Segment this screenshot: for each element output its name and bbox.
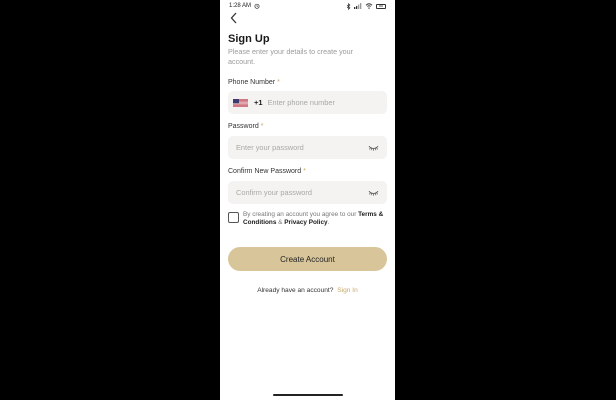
phone-input[interactable] bbox=[267, 98, 379, 107]
confirm-password-label-text: Confirm New Password bbox=[228, 168, 302, 175]
phone-label: Phone Number * bbox=[228, 79, 280, 86]
battery-icon: 88 bbox=[376, 3, 386, 9]
terms-prefix: By creating an account you agree to our bbox=[243, 211, 359, 218]
phone-label-text: Phone Number bbox=[228, 79, 276, 86]
terms-text: By creating an account you agree to our … bbox=[243, 211, 388, 227]
create-account-button[interactable]: Create Account bbox=[228, 247, 387, 271]
page-subtitle: Please enter your details to create your… bbox=[228, 47, 354, 66]
confirm-password-field[interactable] bbox=[228, 181, 387, 204]
alarm-icon bbox=[254, 3, 260, 9]
required-mark: * bbox=[277, 79, 280, 86]
status-bar: 1:28 AM 88 bbox=[220, 0, 395, 12]
password-field[interactable] bbox=[228, 136, 387, 159]
terms-checkbox[interactable] bbox=[228, 212, 239, 223]
status-time-group: 1:28 AM bbox=[229, 3, 260, 9]
confirm-password-label: Confirm New Password * bbox=[228, 168, 306, 175]
terms-suffix: . bbox=[327, 219, 330, 226]
page-title: Sign Up bbox=[228, 33, 270, 45]
battery-level: 88 bbox=[379, 3, 383, 8]
required-mark: * bbox=[260, 123, 264, 130]
signal-icon bbox=[354, 3, 362, 9]
password-label: Password * bbox=[228, 123, 263, 130]
eye-closed-icon[interactable] bbox=[368, 144, 379, 152]
required-mark: * bbox=[303, 168, 306, 175]
country-code[interactable]: +1 bbox=[254, 98, 263, 107]
us-flag-icon[interactable] bbox=[233, 98, 248, 108]
sign-in-link[interactable]: Sign In bbox=[337, 287, 358, 294]
terms-row: By creating an account you agree to our … bbox=[228, 211, 388, 227]
privacy-policy-link[interactable]: Privacy Policy bbox=[284, 219, 327, 226]
status-time: 1:28 AM bbox=[229, 3, 252, 9]
sign-in-prompt-text: Already have an account? bbox=[257, 287, 334, 294]
wifi-icon bbox=[365, 3, 373, 9]
bluetooth-icon bbox=[346, 2, 351, 10]
phone-screen: 1:28 AM 88 Sign Up Please enter your det… bbox=[220, 0, 395, 400]
sign-in-prompt: Already have an account? Sign In bbox=[220, 287, 395, 294]
home-indicator[interactable] bbox=[273, 394, 343, 396]
back-arrow-icon[interactable] bbox=[229, 12, 239, 24]
status-icons: 88 bbox=[346, 2, 386, 10]
eye-closed-icon[interactable] bbox=[368, 189, 379, 197]
phone-field[interactable]: +1 bbox=[228, 91, 387, 114]
password-input[interactable] bbox=[236, 143, 365, 152]
confirm-password-input[interactable] bbox=[236, 188, 365, 197]
password-label-text: Password bbox=[228, 123, 259, 130]
